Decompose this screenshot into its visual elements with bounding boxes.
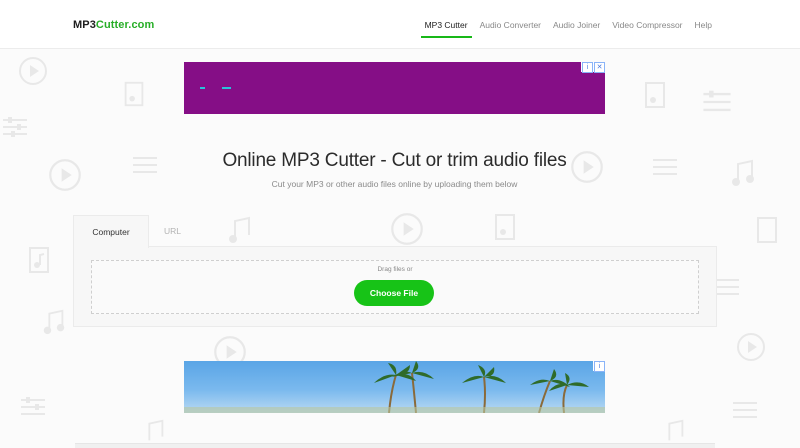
nav-audio-joiner[interactable]: Audio Joiner xyxy=(553,0,600,48)
nav-video-compressor[interactable]: Video Compressor xyxy=(612,0,682,48)
equalizer-icon xyxy=(21,397,45,415)
music-note-icon xyxy=(148,419,164,441)
music-note-icon xyxy=(668,419,684,441)
tab-url[interactable]: URL xyxy=(164,215,194,247)
close-icon[interactable]: ✕ xyxy=(594,62,605,73)
site-logo[interactable]: MP3Cutter.com xyxy=(73,19,154,31)
ad-decoration xyxy=(222,87,231,89)
content-footer-edge xyxy=(75,443,715,448)
nav-help[interactable]: Help xyxy=(695,0,712,48)
nav-audio-converter[interactable]: Audio Converter xyxy=(480,0,541,48)
page: MP3Cutter.com MP3 Cutter Audio Converter… xyxy=(0,0,800,448)
bottom-ad-banner[interactable]: i xyxy=(184,361,605,413)
ad-choices: i ✕ xyxy=(581,62,605,73)
music-file-icon xyxy=(29,247,49,273)
equalizer-icon xyxy=(3,117,27,137)
equalizer-icon xyxy=(703,90,731,112)
main-nav: MP3 Cutter Audio Converter Audio Joiner … xyxy=(413,0,712,48)
play-icon xyxy=(19,57,47,85)
info-icon[interactable]: i xyxy=(594,361,605,372)
palm-trees-image xyxy=(184,361,605,413)
play-icon xyxy=(737,333,765,361)
play-icon xyxy=(391,213,423,245)
info-icon[interactable]: i xyxy=(582,62,593,73)
logo-part-2: Cutter.com xyxy=(95,19,155,31)
equalizer-icon xyxy=(733,402,757,418)
music-file-icon xyxy=(124,81,144,107)
upload-panel: Drag files or Choose File xyxy=(73,246,717,327)
ad-choices: i xyxy=(593,361,605,372)
top-ad-banner[interactable]: i ✕ xyxy=(184,62,605,114)
tab-computer[interactable]: Computer xyxy=(73,215,149,248)
music-note-icon xyxy=(43,309,65,335)
site-header: MP3Cutter.com MP3 Cutter Audio Converter… xyxy=(0,0,800,49)
choose-file-button[interactable]: Choose File xyxy=(354,280,434,306)
ad-decoration xyxy=(200,87,205,89)
page-title: Online MP3 Cutter - Cut or trim audio fi… xyxy=(222,150,567,171)
drag-files-label: Drag files or xyxy=(377,266,413,273)
music-file-icon xyxy=(757,217,777,243)
logo-part-1: MP3 xyxy=(73,19,96,31)
music-file-icon xyxy=(495,214,515,240)
music-note-icon xyxy=(229,216,250,243)
nav-mp3-cutter[interactable]: MP3 Cutter xyxy=(420,0,472,48)
music-file-icon xyxy=(645,82,665,108)
page-subtitle: Cut your MP3 or other audio files online… xyxy=(271,179,518,189)
file-dropzone[interactable]: Drag files or Choose File xyxy=(91,260,699,314)
